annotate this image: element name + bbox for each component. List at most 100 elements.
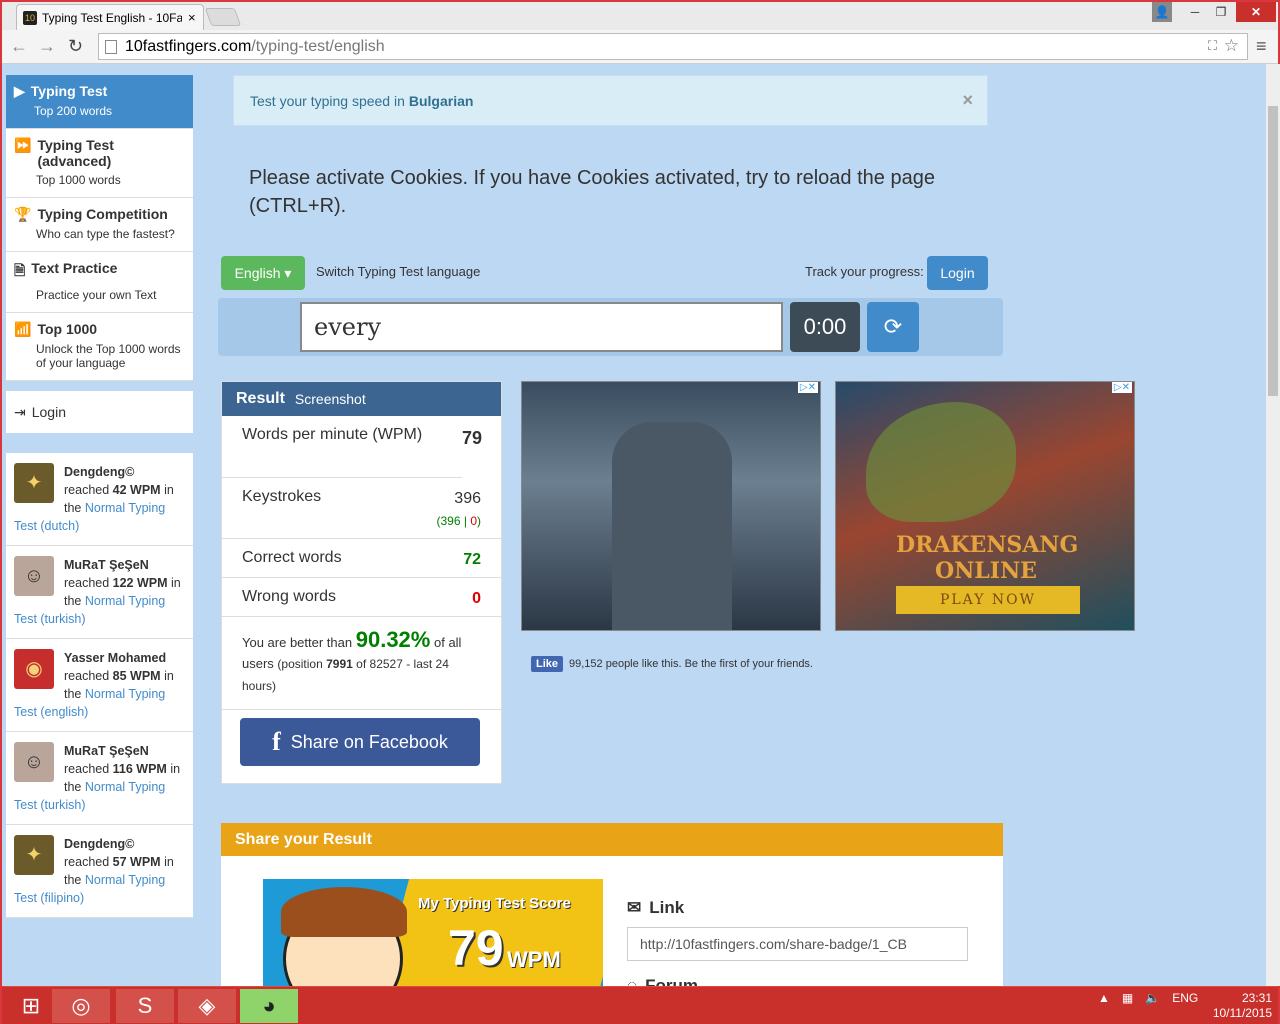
- notice-language-link[interactable]: Bulgarian: [409, 93, 474, 109]
- fast-forward-icon: ⏩: [14, 137, 32, 153]
- clock[interactable]: 23:31 10/11/2015: [1202, 991, 1272, 1021]
- menu-icon[interactable]: ≡: [1256, 36, 1267, 57]
- feed-user-name[interactable]: MuRaT ŞeŞeN: [64, 744, 149, 758]
- reload-icon[interactable]: ↻: [68, 36, 83, 57]
- language-notice: Test your typing speed in Bulgarian ×: [233, 75, 988, 126]
- forum-label-text: Forum: [645, 976, 698, 986]
- avatar[interactable]: ☺: [14, 742, 54, 782]
- facebook-like-button[interactable]: Like: [531, 656, 564, 672]
- correct-words-value: 72: [463, 551, 481, 568]
- advertisement-drakensang[interactable]: DRAKENSANG ONLINE PLAY NOW ▷✕: [835, 381, 1135, 631]
- feed-test-link[interactable]: Normal Typing Test (dutch): [14, 501, 165, 533]
- share-forum-label: ◌ Forum: [627, 976, 698, 986]
- sidebar: ▶ Typing Test Top 200 words ⏩ Typing Test …: [6, 75, 193, 918]
- app-taskbar-icon[interactable]: ◈: [178, 989, 236, 1023]
- feed-text: reached: [64, 669, 113, 683]
- vertical-scrollbar[interactable]: [1266, 64, 1280, 986]
- minimize-button[interactable]: ─: [1182, 2, 1208, 22]
- share-link-input[interactable]: http://10fastfingers.com/share-badge/1_C…: [627, 927, 968, 961]
- percentile-value: 90.32%: [355, 627, 431, 652]
- typing-input[interactable]: every: [300, 302, 783, 352]
- sidebar-item-typing-competition[interactable]: 🏆 Typing Competition Who can type the fas…: [6, 198, 193, 252]
- sidebar-item-sub: Top 1000 words: [36, 173, 121, 187]
- notice-close-icon[interactable]: ×: [962, 90, 973, 111]
- feed-wpm: 42 WPM: [112, 483, 161, 497]
- language-dropdown-button[interactable]: English ▾: [221, 256, 305, 290]
- feed-user-name[interactable]: Dengdeng©: [64, 837, 134, 851]
- timer-display: 0:00: [790, 302, 860, 352]
- scrollbar-thumb[interactable]: [1268, 106, 1278, 396]
- feed-wpm: 122 WPM: [112, 576, 168, 590]
- list-item: ◉ Yasser Mohamed reached 85 WPM in the N…: [6, 639, 193, 732]
- wpm-label: Words per minute (WPM): [242, 426, 423, 443]
- address-bar[interactable]: 10fastfingers.com/typing-test/english ⛶ …: [98, 33, 1248, 60]
- list-item: ✦ Dengdeng© reached 42 WPM in the Normal…: [6, 453, 193, 546]
- sidebar-item-label: Typing Competition: [37, 206, 168, 222]
- share-result-header: Share your Result: [221, 823, 1003, 856]
- feed-user-name[interactable]: MuRaT ŞeŞeN: [64, 558, 149, 572]
- sidebar-login[interactable]: ⇥ Login: [6, 391, 193, 433]
- score-badge-image[interactable]: My Typing Test Score 79 WPM: [263, 879, 603, 986]
- feed-test-link[interactable]: Normal Typing Test (turkish): [14, 780, 165, 812]
- tab-close-icon[interactable]: ×: [188, 10, 196, 25]
- feed-test-link[interactable]: Normal Typing Test (filipino): [14, 873, 165, 905]
- bookmark-star-icon[interactable]: ☆: [1224, 36, 1239, 56]
- system-tray: ▲ ▦ 🔈 ENG: [1098, 991, 1198, 1005]
- correct-words-row: Correct words 72: [222, 539, 501, 578]
- skype-taskbar-icon[interactable]: S: [116, 989, 174, 1023]
- feed-wpm: 85 WPM: [112, 669, 161, 683]
- share-result-panel: Share your Result My Typing Test Score 7…: [221, 823, 1003, 986]
- play-icon: ▶: [14, 83, 25, 99]
- url-path: /typing-test/english: [251, 37, 385, 55]
- feed-test-link[interactable]: Normal Typing Test (english): [14, 687, 165, 719]
- sidebar-item-text-practice[interactable]: 🗎 Text Practice Practice your own Text: [6, 252, 193, 313]
- recent-results-feed: ✦ Dengdeng© reached 42 WPM in the Normal…: [6, 453, 193, 918]
- new-tab-button[interactable]: [204, 8, 242, 26]
- translate-icon[interactable]: ⛶: [1208, 38, 1217, 54]
- user-profile-icon[interactable]: 👤: [1152, 2, 1172, 22]
- feed-user-name[interactable]: Yasser Mohamed: [64, 651, 166, 665]
- badge-hair-illustration: [281, 887, 407, 937]
- list-item: ☺ MuRaT ŞeŞeN reached 122 WPM in the Nor…: [6, 546, 193, 639]
- avatar[interactable]: ✦: [14, 835, 54, 875]
- sidebar-login-label: Login: [31, 404, 66, 420]
- back-arrow-icon[interactable]: ←: [10, 36, 28, 57]
- cookie-message: Please activate Cookies. If you have Coo…: [249, 167, 935, 217]
- list-item: ☺ MuRaT ŞeŞeN reached 116 WPM in the Nor…: [6, 732, 193, 825]
- avatar[interactable]: ◉: [14, 649, 54, 689]
- avatar[interactable]: ✦: [14, 463, 54, 503]
- browser-tab[interactable]: 10 Typing Test English - 10Fa ×: [16, 4, 204, 30]
- track-progress-label: Track your progress:: [805, 264, 924, 279]
- browser-toolbar: ← → ↻ 10fastfingers.com/typing-test/engl…: [2, 30, 1278, 64]
- ad-choices-icon[interactable]: ▷✕: [1111, 382, 1132, 393]
- close-window-button[interactable]: ✕: [1236, 2, 1276, 22]
- keystrokes-value: 396: [454, 490, 481, 507]
- network-icon[interactable]: ▦: [1122, 991, 1133, 1005]
- share-facebook-label: Share on Facebook: [290, 731, 448, 752]
- advertisement-warships[interactable]: ▷✕: [521, 381, 821, 631]
- ad-play-now-button[interactable]: PLAY NOW: [896, 586, 1080, 614]
- feed-text: reached: [64, 576, 113, 590]
- volume-icon[interactable]: 🔈: [1145, 991, 1160, 1005]
- feed-text: reached: [64, 855, 113, 869]
- browser-window: 10 Typing Test English - 10Fa × 👤 ─ ❐ ✕ …: [0, 0, 1280, 1024]
- sidebar-item-typing-test-advanced[interactable]: ⏩ Typing Test (advanced) Top 1000 words: [6, 129, 193, 198]
- tray-arrow-icon[interactable]: ▲: [1098, 991, 1110, 1005]
- feed-test-link[interactable]: Normal Typing Test (turkish): [14, 594, 165, 626]
- maximize-button[interactable]: ❐: [1208, 2, 1234, 22]
- screenshot-link[interactable]: Screenshot: [295, 391, 366, 407]
- comment-icon: ◌: [627, 976, 638, 986]
- ad-choices-icon[interactable]: ▷✕: [797, 382, 818, 393]
- facebook-icon: f: [272, 727, 281, 756]
- restart-button[interactable]: ⟳: [867, 302, 919, 352]
- sidebar-item-typing-test[interactable]: ▶ Typing Test Top 200 words: [6, 75, 193, 129]
- forward-arrow-icon[interactable]: →: [38, 36, 56, 57]
- language-indicator[interactable]: ENG: [1172, 991, 1198, 1005]
- share-on-facebook-button[interactable]: f Share on Facebook: [240, 718, 480, 766]
- avatar[interactable]: ☺: [14, 556, 54, 596]
- cat-app-taskbar-icon[interactable]: ◕: [240, 989, 298, 1023]
- sidebar-item-top-1000[interactable]: 📶 Top 1000 Unlock the Top 1000 words of y…: [6, 313, 193, 381]
- chrome-taskbar-icon[interactable]: ◎: [52, 989, 110, 1023]
- feed-user-name[interactable]: Dengdeng©: [64, 465, 134, 479]
- login-button[interactable]: Login: [927, 256, 988, 290]
